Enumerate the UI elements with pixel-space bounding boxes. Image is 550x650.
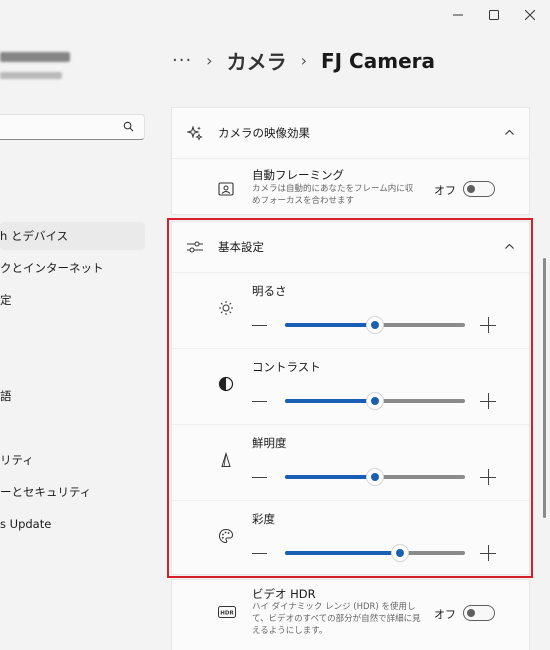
svg-text:HDR: HDR — [220, 610, 234, 616]
saturation-icon — [218, 528, 234, 548]
saturation-increase-button[interactable] — [480, 545, 496, 561]
scrollbar-thumb[interactable] — [543, 258, 546, 518]
saturation-row: 彩度 — [172, 500, 529, 576]
breadcrumb: ··· › カメラ › FJ Camera — [172, 46, 435, 75]
page-title: FJ Camera — [320, 48, 435, 73]
camera-effects-title: カメラの映像効果 — [218, 126, 310, 140]
auto-framing-description: カメラは自動的にあなたをフレーム内に収めフォーカスを合わせます — [252, 184, 414, 206]
sharpness-slider[interactable] — [285, 469, 465, 485]
auto-framing-title: 自動フレーミング — [252, 168, 344, 182]
contrast-increase-button[interactable] — [480, 393, 496, 409]
sidebar-item-label: クとインターネット — [0, 261, 104, 275]
auto-framing-toggle[interactable] — [463, 181, 495, 197]
contrast-slider[interactable] — [285, 393, 465, 409]
sharpness-label: 鮮明度 — [252, 436, 287, 450]
breadcrumb-parent-link[interactable]: カメラ — [227, 46, 287, 75]
toggle-knob — [467, 609, 475, 617]
brightness-label: 明るさ — [252, 284, 287, 298]
sidebar-item-label: s Update — [0, 517, 52, 531]
contrast-icon — [218, 376, 234, 396]
sharpness-row: 鮮明度 — [172, 424, 529, 500]
slider-fill — [285, 323, 375, 327]
maximize-icon — [489, 10, 499, 20]
brightness-decrease-button[interactable] — [252, 325, 267, 326]
basic-settings-title: 基本設定 — [218, 240, 264, 254]
sharpness-increase-button[interactable] — [480, 469, 496, 485]
sharpness-icon — [218, 451, 234, 472]
basic-settings-card: 基本設定 明るさ コントラスト 鮮明度 彩度 — [171, 221, 530, 575]
contrast-decrease-button[interactable] — [252, 401, 267, 402]
saturation-slider[interactable] — [285, 545, 465, 561]
video-hdr-description: ハイ ダイナミック レンジ (HDR) を使用して、ビデオのすべての部分が自然で… — [252, 602, 421, 636]
video-hdr-card: HDR ビデオ HDR ハイ ダイナミック レンジ (HDR) を使用して、ビデ… — [171, 579, 530, 650]
auto-framing-icon — [218, 181, 234, 200]
sidebar-item-label: 定 — [0, 293, 12, 307]
account-email-blurred — [0, 72, 62, 79]
breadcrumb-overflow-button[interactable]: ··· — [172, 50, 192, 71]
sparkle-icon — [186, 124, 204, 142]
camera-effects-card: カメラの映像効果 自動フレーミング カメラは自動的にあなたをフレーム内に収めフォ… — [171, 107, 530, 215]
chevron-up-icon — [505, 129, 514, 135]
search-icon — [123, 121, 134, 132]
sidebar-item-bluetooth-devices[interactable]: h とデバイス — [0, 222, 145, 250]
maximize-button[interactable] — [476, 0, 512, 30]
slider-fill — [285, 399, 375, 403]
hdr-icon: HDR — [218, 603, 236, 622]
sidebar-item-windows-update[interactable]: s Update — [0, 510, 51, 538]
brightness-row: 明るさ — [172, 272, 529, 348]
camera-effects-header[interactable]: カメラの映像効果 — [172, 108, 529, 158]
minimize-icon — [453, 14, 463, 16]
brightness-slider[interactable] — [285, 317, 465, 333]
slider-thumb[interactable] — [392, 545, 409, 561]
slider-fill — [285, 475, 375, 479]
contrast-label: コントラスト — [252, 360, 321, 374]
close-icon — [525, 10, 535, 20]
sidebar-item-label: リティ — [0, 453, 34, 467]
slider-thumb[interactable] — [367, 469, 383, 485]
sidebar-item-privacy-security[interactable]: ーとセキュリティ — [0, 478, 91, 506]
basic-settings-header[interactable]: 基本設定 — [172, 222, 529, 272]
chevron-up-icon — [505, 243, 514, 249]
sidebar-item-label: ーとセキュリティ — [0, 485, 92, 499]
brightness-increase-button[interactable] — [480, 317, 496, 333]
video-hdr-title: ビデオ HDR — [252, 587, 316, 601]
sliders-icon — [186, 238, 204, 256]
saturation-label: 彩度 — [252, 512, 275, 526]
sidebar-item-label: h とデバイス — [0, 229, 69, 243]
chevron-right-icon: › — [300, 51, 307, 70]
slider-thumb[interactable] — [367, 393, 383, 409]
close-button[interactable] — [512, 0, 548, 30]
video-hdr-state-label: オフ — [434, 608, 456, 621]
minimize-button[interactable] — [440, 0, 476, 30]
sidebar-item-label: 語 — [0, 389, 12, 403]
brightness-icon — [218, 300, 234, 320]
account-name-blurred — [0, 52, 70, 62]
toggle-knob — [467, 185, 475, 193]
sidebar-item-accessibility[interactable]: リティ — [0, 446, 34, 474]
slider-fill — [285, 551, 401, 555]
sharpness-decrease-button[interactable] — [252, 477, 267, 478]
sidebar-item-network[interactable]: クとインターネット — [0, 254, 104, 282]
slider-thumb[interactable] — [367, 317, 383, 333]
contrast-row: コントラスト — [172, 348, 529, 424]
sidebar-item-personalization[interactable]: 定 — [0, 286, 12, 314]
auto-framing-state-label: オフ — [434, 184, 456, 197]
auto-framing-row: 自動フレーミング カメラは自動的にあなたをフレーム内に収めフォーカスを合わせます… — [172, 158, 529, 216]
saturation-decrease-button[interactable] — [252, 553, 267, 554]
chevron-right-icon: › — [206, 51, 213, 70]
video-hdr-toggle[interactable] — [463, 605, 495, 621]
sidebar-item-language[interactable]: 語 — [0, 382, 12, 410]
settings-search-input[interactable] — [0, 114, 145, 140]
